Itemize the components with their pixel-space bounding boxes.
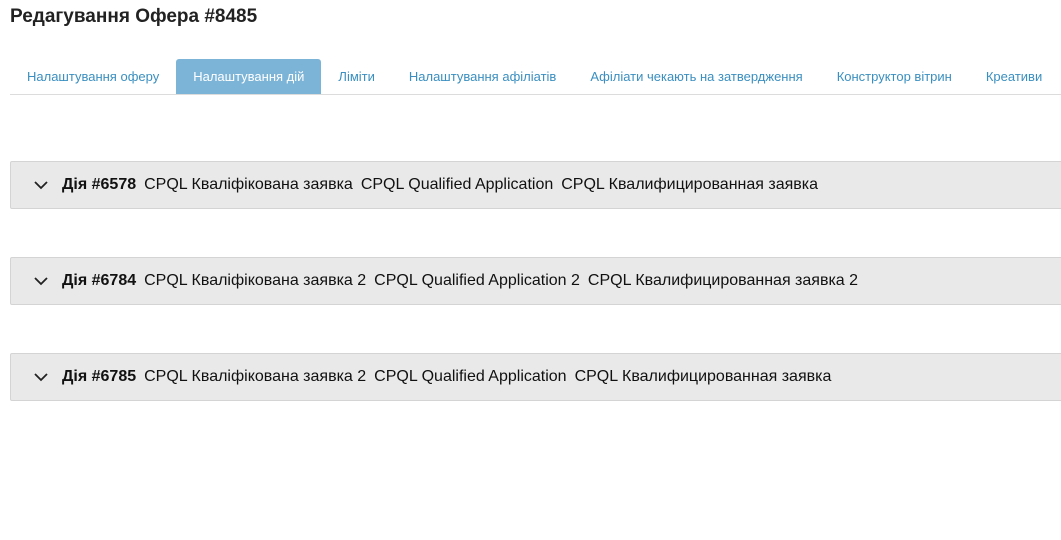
action-name-ru: CPQL Квалифицированная заявка — [574, 368, 832, 385]
action-id: Дія #6784 — [62, 272, 137, 289]
tab-creatives[interactable]: Креативи — [969, 59, 1059, 94]
tab-action-settings[interactable]: Налаштування дій — [176, 59, 322, 94]
action-id: Дія #6785 — [62, 368, 137, 385]
tab-limits[interactable]: Ліміти — [321, 59, 391, 94]
action-id: Дія #6578 — [62, 176, 137, 193]
action-accordion-6785[interactable]: Дія #6785 CPQL Кваліфікована заявка 2 CP… — [10, 353, 1061, 401]
action-name-uk: CPQL Кваліфікована заявка 2 — [144, 368, 367, 385]
action-accordion-6578[interactable]: Дія #6578 CPQL Кваліфікована заявка CPQL… — [10, 161, 1061, 209]
action-name-en: CPQL Qualified Application — [374, 368, 567, 385]
tab-offer-settings[interactable]: Налаштування оферу — [10, 59, 176, 94]
tab-showcase-builder[interactable]: Конструктор вітрин — [820, 59, 969, 94]
action-name-en: CPQL Qualified Application 2 — [374, 272, 580, 289]
action-name-ru: CPQL Квалифицированная заявка 2 — [587, 272, 859, 289]
action-name-ru: CPQL Квалифицированная заявка — [561, 176, 819, 193]
action-name-uk: CPQL Кваліфікована заявка — [144, 176, 353, 193]
action-accordion-6784[interactable]: Дія #6784 CPQL Кваліфікована заявка 2 CP… — [10, 257, 1061, 305]
tab-bar: Налаштування оферу Налаштування дій Лімі… — [10, 59, 1061, 95]
tab-affiliate-settings[interactable]: Налаштування афіліатів — [392, 59, 573, 94]
tab-pending-affiliates[interactable]: Афіліати чекають на затвердження — [573, 59, 819, 94]
chevron-down-icon[interactable] — [32, 176, 50, 194]
chevron-down-icon[interactable] — [32, 368, 50, 386]
action-name-uk: CPQL Кваліфікована заявка 2 — [144, 272, 367, 289]
page-title: Редагування Офера #8485 — [10, 6, 258, 27]
action-name-en: CPQL Qualified Application — [360, 176, 554, 193]
chevron-down-icon[interactable] — [32, 272, 50, 290]
